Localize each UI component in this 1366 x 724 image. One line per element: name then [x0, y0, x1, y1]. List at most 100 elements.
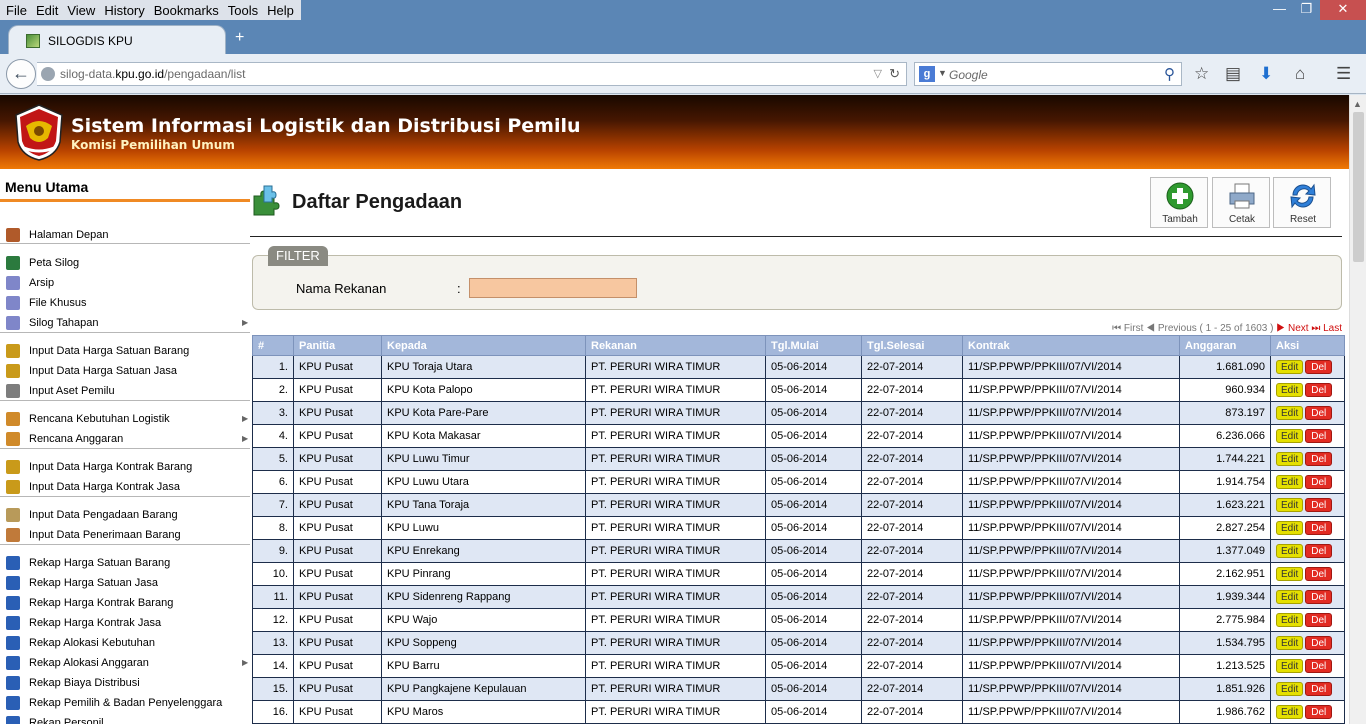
- google-icon[interactable]: g: [919, 66, 935, 82]
- add-button[interactable]: Tambah: [1150, 177, 1208, 228]
- close-icon[interactable]: ✕: [1320, 0, 1366, 20]
- delete-button[interactable]: Del: [1305, 475, 1333, 489]
- menu-history[interactable]: History: [100, 0, 149, 20]
- vendor-name-input[interactable]: [469, 278, 637, 298]
- delete-button[interactable]: Del: [1305, 521, 1333, 535]
- sidebar-item-input-data-penerimaan-barang[interactable]: Input Data Penerimaan Barang: [0, 525, 250, 545]
- last-page-link[interactable]: ⏭ Last: [1311, 323, 1342, 334]
- bookmarks-list-icon[interactable]: ▤: [1225, 64, 1241, 84]
- edit-button[interactable]: Edit: [1276, 682, 1304, 696]
- column-header[interactable]: Kontrak: [962, 335, 1180, 356]
- column-header[interactable]: Kepada: [381, 335, 586, 356]
- home-icon[interactable]: ⌂: [1295, 64, 1305, 84]
- edit-button[interactable]: Edit: [1276, 659, 1304, 673]
- menu-bookmarks[interactable]: Bookmarks: [150, 0, 224, 20]
- column-header[interactable]: Anggaran: [1179, 335, 1271, 356]
- sidebar-item-rencana-anggaran[interactable]: Rencana Anggaran ▶: [0, 429, 250, 449]
- reload-icon[interactable]: ↻: [889, 66, 900, 82]
- edit-button[interactable]: Edit: [1276, 705, 1304, 719]
- column-header[interactable]: Panitia: [293, 335, 382, 356]
- first-page-link[interactable]: ⏮ First: [1112, 323, 1143, 334]
- delete-button[interactable]: Del: [1305, 636, 1333, 650]
- delete-button[interactable]: Del: [1305, 383, 1333, 397]
- sidebar-item-rekap-personil[interactable]: Rekap Personil: [0, 713, 250, 724]
- star-icon[interactable]: ☆: [1194, 64, 1209, 84]
- edit-button[interactable]: Edit: [1276, 383, 1304, 397]
- restore-icon[interactable]: ❐: [1293, 0, 1320, 20]
- sidebar-item-rekap-harga-satuan-jasa[interactable]: Rekap Harga Satuan Jasa: [0, 573, 250, 593]
- sidebar-item-rekap-harga-kontrak-barang[interactable]: Rekap Harga Kontrak Barang: [0, 593, 250, 613]
- edit-button[interactable]: Edit: [1276, 452, 1304, 466]
- edit-button[interactable]: Edit: [1276, 498, 1304, 512]
- menu-file[interactable]: File: [2, 0, 32, 20]
- new-tab-icon[interactable]: +: [235, 30, 244, 46]
- sidebar-item-input-data-harga-kontrak-barang[interactable]: Input Data Harga Kontrak Barang: [0, 457, 250, 477]
- next-page-link[interactable]: ▶ Next: [1276, 323, 1308, 334]
- edit-button[interactable]: Edit: [1276, 475, 1304, 489]
- sidebar-item-input-data-harga-kontrak-jasa[interactable]: Input Data Harga Kontrak Jasa: [0, 477, 250, 497]
- delete-button[interactable]: Del: [1305, 406, 1333, 420]
- sidebar-item-rencana-kebutuhan-logistik[interactable]: Rencana Kebutuhan Logistik ▶: [0, 409, 250, 429]
- delete-button[interactable]: Del: [1305, 452, 1333, 466]
- sidebar-item-silog-tahapan[interactable]: Silog Tahapan ▶: [0, 313, 250, 333]
- sidebar-item-rekap-harga-satuan-barang[interactable]: Rekap Harga Satuan Barang: [0, 553, 250, 573]
- address-bar[interactable]: silog-data.kpu.go.id/pengadaan/list ▽ ↻: [37, 62, 907, 86]
- edit-button[interactable]: Edit: [1276, 567, 1304, 581]
- scroll-up-icon[interactable]: ▲: [1353, 99, 1362, 109]
- edit-button[interactable]: Edit: [1276, 521, 1304, 535]
- sidebar-item-rekap-pemilih-badan-penyelenggara[interactable]: Rekap Pemilih & Badan Penyelenggara: [0, 693, 250, 713]
- print-button[interactable]: Cetak: [1212, 177, 1270, 228]
- column-header[interactable]: Rekanan: [585, 335, 766, 356]
- sidebar-item-rekap-alokasi-kebutuhan[interactable]: Rekap Alokasi Kebutuhan: [0, 633, 250, 653]
- column-header[interactable]: Tgl.Selesai: [861, 335, 963, 356]
- sidebar-item-file-khusus[interactable]: File Khusus: [0, 293, 250, 313]
- delete-button[interactable]: Del: [1305, 705, 1333, 719]
- column-header[interactable]: #: [252, 335, 294, 356]
- scrollbar-thumb[interactable]: [1353, 112, 1364, 262]
- delete-button[interactable]: Del: [1305, 429, 1333, 443]
- column-header[interactable]: Tgl.Mulai: [765, 335, 862, 356]
- tab-silogdis[interactable]: SILOGDIS KPU: [8, 25, 226, 55]
- delete-button[interactable]: Del: [1305, 659, 1333, 673]
- sidebar-item-input-data-harga-satuan-jasa[interactable]: Input Data Harga Satuan Jasa: [0, 361, 250, 381]
- delete-button[interactable]: Del: [1305, 567, 1333, 581]
- delete-button[interactable]: Del: [1305, 590, 1333, 604]
- back-arrow-icon[interactable]: ←: [6, 59, 36, 89]
- search-bar[interactable]: g ▼ Google ⚲: [914, 62, 1182, 86]
- delete-button[interactable]: Del: [1305, 544, 1333, 558]
- delete-button[interactable]: Del: [1305, 498, 1333, 512]
- sidebar-item-input-aset-pemilu[interactable]: Input Aset Pemilu: [0, 381, 250, 401]
- delete-button[interactable]: Del: [1305, 613, 1333, 627]
- menu-help[interactable]: Help: [263, 0, 299, 20]
- page-scrollbar[interactable]: ▲: [1349, 95, 1366, 724]
- sidebar-item-input-data-harga-satuan-barang[interactable]: Input Data Harga Satuan Barang: [0, 341, 250, 361]
- menu-edit[interactable]: Edit: [32, 0, 63, 20]
- sidebar-item-halaman-depan[interactable]: Halaman Depan: [0, 225, 250, 245]
- sidebar-item-rekap-alokasi-anggaran[interactable]: Rekap Alokasi Anggaran ▶: [0, 653, 250, 673]
- column-header[interactable]: Aksi: [1270, 335, 1345, 356]
- sidebar-item-rekap-harga-kontrak-jasa[interactable]: Rekap Harga Kontrak Jasa: [0, 613, 250, 633]
- hamburger-menu-icon[interactable]: ☰: [1336, 64, 1351, 84]
- delete-button[interactable]: Del: [1305, 360, 1333, 374]
- edit-button[interactable]: Edit: [1276, 544, 1304, 558]
- edit-button[interactable]: Edit: [1276, 360, 1304, 374]
- sidebar-item-peta-silog[interactable]: Peta Silog: [0, 253, 250, 273]
- edit-button[interactable]: Edit: [1276, 429, 1304, 443]
- edit-button[interactable]: Edit: [1276, 613, 1304, 627]
- search-icon[interactable]: ⚲: [1164, 65, 1175, 83]
- previous-page-link[interactable]: ◀ Previous: [1146, 323, 1197, 334]
- delete-button[interactable]: Del: [1305, 682, 1333, 696]
- download-arrow-icon[interactable]: ⬇: [1259, 64, 1273, 84]
- edit-button[interactable]: Edit: [1276, 590, 1304, 604]
- menu-view[interactable]: View: [63, 0, 100, 20]
- menu-tools[interactable]: Tools: [224, 0, 263, 20]
- minimize-icon[interactable]: —: [1266, 0, 1293, 20]
- edit-button[interactable]: Edit: [1276, 636, 1304, 650]
- reset-button[interactable]: Reset: [1273, 177, 1331, 228]
- edit-button[interactable]: Edit: [1276, 406, 1304, 420]
- sidebar-item-rekap-biaya-distribusi[interactable]: Rekap Biaya Distribusi: [0, 673, 250, 693]
- search-engine-dropdown-icon[interactable]: ▼: [938, 68, 947, 78]
- sidebar-item-arsip[interactable]: Arsip: [0, 273, 250, 293]
- sidebar-item-input-data-pengadaan-barang[interactable]: Input Data Pengadaan Barang: [0, 505, 250, 525]
- dropdown-triangle-icon[interactable]: ▽: [874, 67, 882, 80]
